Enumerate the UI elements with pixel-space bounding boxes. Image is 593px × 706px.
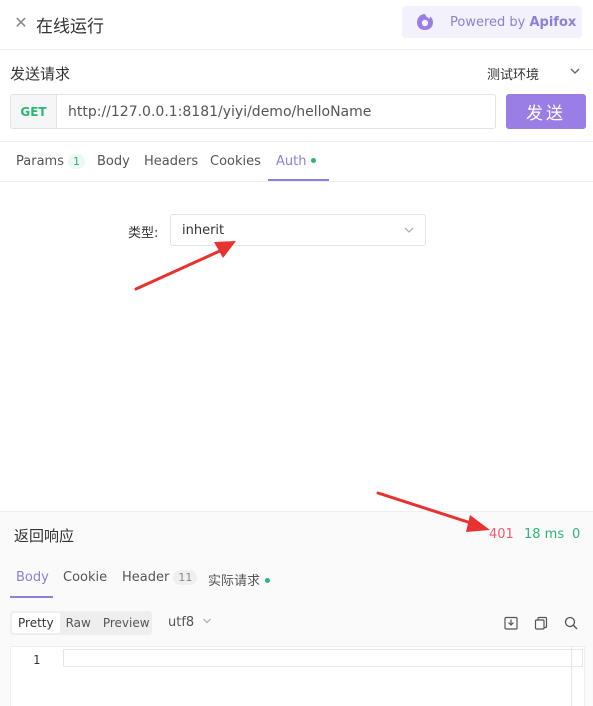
format-raw-button[interactable]: Raw [60, 613, 97, 633]
params-count-badge: 1 [67, 154, 85, 169]
auth-type-value: inherit [182, 222, 225, 238]
tab-cookies[interactable]: Cookies [210, 154, 261, 169]
close-icon[interactable]: ✕ [12, 14, 30, 32]
send-button[interactable]: 发送 [506, 94, 586, 129]
auth-type-select[interactable]: inherit [170, 214, 426, 246]
response-panel: 返回响应 401 18 ms 0 Body Cookie Header 11 实际… [0, 511, 593, 706]
tab-auth-label: Auth [276, 154, 307, 169]
tab-params[interactable]: Params 1 [16, 154, 85, 169]
environment-selector[interactable]: 测试环境 [487, 64, 539, 83]
send-request-heading: 发送请求 [10, 65, 71, 83]
status-code: 401 [489, 527, 514, 542]
auth-status-dot [311, 158, 317, 163]
editor-current-line [63, 649, 583, 667]
download-icon[interactable] [503, 615, 519, 631]
active-tab-indicator [268, 179, 329, 181]
page-title: 在线运行 [36, 17, 104, 37]
request-tabs: Params 1 Body Headers Cookies Auth [0, 142, 593, 182]
chevron-down-icon [203, 618, 212, 624]
search-icon[interactable] [563, 615, 579, 631]
response-tab-indicator [10, 596, 53, 598]
tab-response-header-label: Header [122, 570, 170, 585]
format-preview-button[interactable]: Preview [97, 613, 156, 633]
line-number: 1 [33, 653, 41, 667]
response-body-editor[interactable]: 1 [10, 646, 585, 706]
format-pretty-button[interactable]: Pretty [12, 613, 60, 633]
tab-response-header[interactable]: Header 11 [122, 570, 198, 585]
apifox-brand-text: Apifox [529, 14, 577, 30]
tab-actual-request-label: 实际请求 [208, 574, 261, 589]
url-bar: GET [10, 94, 496, 129]
tab-params-label: Params [16, 154, 64, 169]
editor-scrollbar[interactable] [571, 647, 572, 706]
apifox-logo-icon [417, 14, 433, 30]
annotation-arrow-to-auth-type [134, 241, 236, 291]
powered-by-text: Powered by Apifox [450, 14, 577, 30]
actual-request-dot [265, 578, 271, 583]
format-toggle: Pretty Raw Preview [10, 611, 152, 635]
response-size: 0 [572, 527, 581, 542]
header-count-badge: 11 [173, 570, 198, 585]
tab-auth[interactable]: Auth [276, 154, 317, 169]
response-heading: 返回响应 [14, 527, 75, 545]
response-time: 18 ms [524, 527, 565, 542]
chevron-down-icon [404, 227, 414, 233]
copy-icon[interactable] [533, 615, 549, 631]
tab-response-cookie[interactable]: Cookie [63, 570, 107, 585]
tab-response-body[interactable]: Body [16, 570, 49, 585]
encoding-selector[interactable]: utf8 [168, 615, 212, 630]
encoding-value: utf8 [168, 615, 195, 630]
tab-actual-request[interactable]: 实际请求 [208, 570, 271, 589]
tab-headers[interactable]: Headers [144, 154, 198, 169]
response-tabs: Body Cookie Header 11 实际请求 [0, 552, 593, 598]
top-header: ✕ 在线运行 Powered by Apifox [0, 0, 593, 50]
chevron-down-icon[interactable] [568, 64, 582, 78]
auth-type-label: 类型: [128, 226, 159, 241]
powered-by-apifox-link[interactable]: Powered by Apifox [402, 6, 582, 38]
tab-body[interactable]: Body [97, 154, 130, 169]
url-input[interactable] [57, 95, 495, 128]
method-selector[interactable]: GET [11, 95, 57, 128]
